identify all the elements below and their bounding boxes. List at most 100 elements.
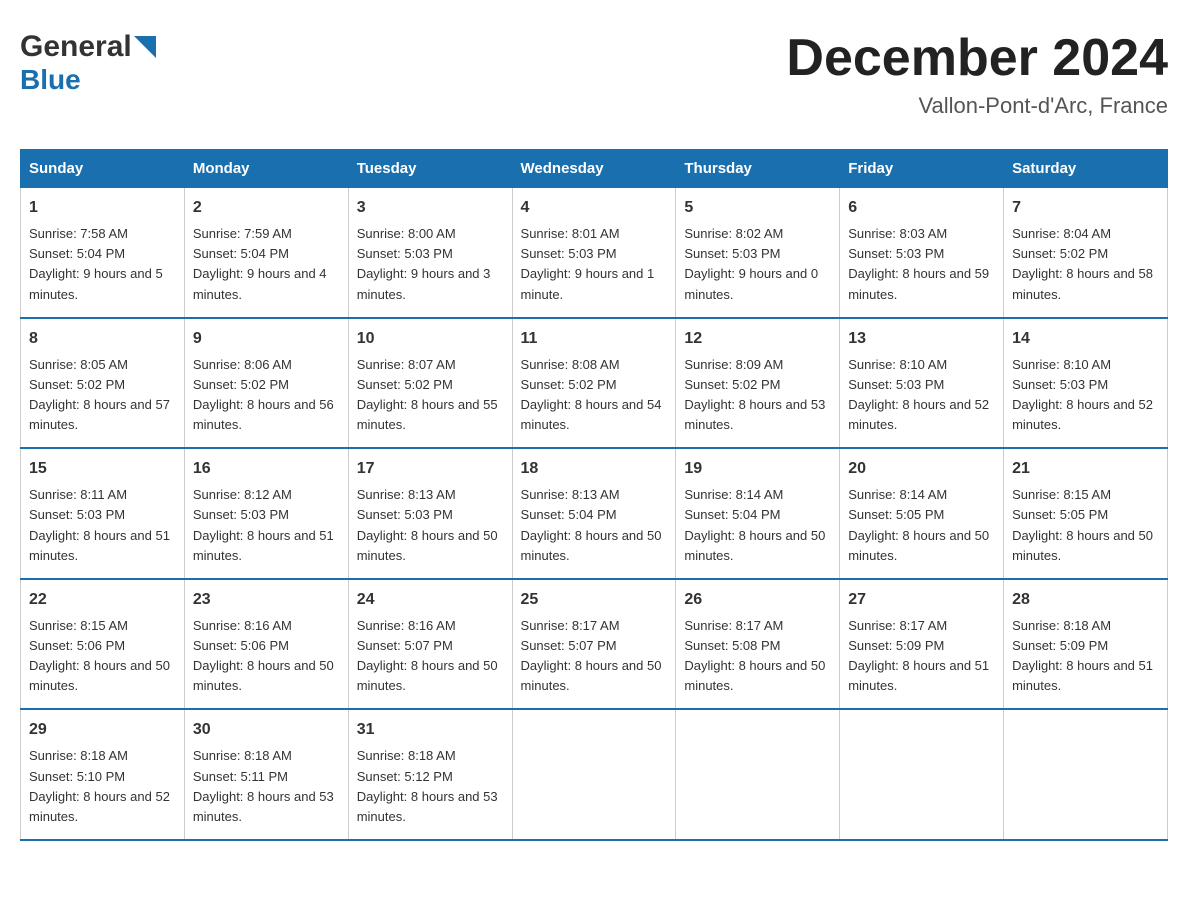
day-number: 20 — [848, 457, 995, 481]
day-info: Sunrise: 8:18 AMSunset: 5:10 PMDaylight:… — [29, 746, 176, 827]
logo-blue-text: Blue — [20, 64, 81, 96]
day-number: 24 — [357, 588, 504, 612]
logo-general-text: General — [20, 30, 132, 64]
day-number: 30 — [193, 718, 340, 742]
day-number: 6 — [848, 196, 995, 220]
day-info: Sunrise: 8:13 AMSunset: 5:03 PMDaylight:… — [357, 485, 504, 566]
day-info: Sunrise: 8:17 AMSunset: 5:09 PMDaylight:… — [848, 616, 995, 697]
day-info: Sunrise: 8:05 AMSunset: 5:02 PMDaylight:… — [29, 355, 176, 436]
calendar-cell: 8 Sunrise: 8:05 AMSunset: 5:02 PMDaylight… — [21, 318, 185, 449]
col-header-wednesday: Wednesday — [512, 150, 676, 188]
calendar-cell: 21 Sunrise: 8:15 AMSunset: 5:05 PMDayligh… — [1004, 448, 1168, 579]
day-info: Sunrise: 8:07 AMSunset: 5:02 PMDaylight:… — [357, 355, 504, 436]
calendar-cell: 7Sunrise: 8:04 AMSunset: 5:02 PMDaylight… — [1004, 188, 1168, 318]
calendar-cell: 3Sunrise: 8:00 AMSunset: 5:03 PMDaylight… — [348, 188, 512, 318]
col-header-tuesday: Tuesday — [348, 150, 512, 188]
day-number: 19 — [684, 457, 831, 481]
day-number: 15 — [29, 457, 176, 481]
day-number: 29 — [29, 718, 176, 742]
calendar-week-row: 1 Sunrise: 7:58 AMSunset: 5:04 PMDaylight… — [21, 188, 1168, 318]
day-number: 14 — [1012, 327, 1159, 351]
day-info: Sunrise: 8:16 AMSunset: 5:07 PMDaylight:… — [357, 616, 504, 697]
day-number: 31 — [357, 718, 504, 742]
day-info: Sunrise: 8:17 AMSunset: 5:08 PMDaylight:… — [684, 616, 831, 697]
calendar-cell: 25Sunrise: 8:17 AMSunset: 5:07 PMDayligh… — [512, 579, 676, 710]
day-info: Sunrise: 8:02 AMSunset: 5:03 PMDaylight:… — [684, 224, 831, 305]
page-header: General Blue December 2024 Vallon-Pont-d… — [20, 20, 1168, 129]
calendar-cell: 9Sunrise: 8:06 AMSunset: 5:02 PMDaylight… — [184, 318, 348, 449]
col-header-saturday: Saturday — [1004, 150, 1168, 188]
day-info: Sunrise: 8:10 AMSunset: 5:03 PMDaylight:… — [1012, 355, 1159, 436]
day-number: 11 — [521, 327, 668, 351]
day-number: 8 — [29, 327, 176, 351]
calendar-cell: 28 Sunrise: 8:18 AMSunset: 5:09 PMDayligh… — [1004, 579, 1168, 710]
calendar-cell: 18 Sunrise: 8:13 AMSunset: 5:04 PMDayligh… — [512, 448, 676, 579]
day-number: 9 — [193, 327, 340, 351]
calendar-cell: 10 Sunrise: 8:07 AMSunset: 5:02 PMDayligh… — [348, 318, 512, 449]
calendar-cell — [512, 709, 676, 840]
day-info: Sunrise: 8:15 AMSunset: 5:06 PMDaylight:… — [29, 616, 176, 697]
calendar-week-row: 22 Sunrise: 8:15 AMSunset: 5:06 PMDayligh… — [21, 579, 1168, 710]
day-info: Sunrise: 8:01 AMSunset: 5:03 PMDaylight:… — [521, 224, 668, 305]
day-number: 12 — [684, 327, 831, 351]
calendar-table: SundayMondayTuesdayWednesdayThursdayFrid… — [20, 149, 1168, 841]
calendar-cell: 17Sunrise: 8:13 AMSunset: 5:03 PMDayligh… — [348, 448, 512, 579]
location-title: Vallon-Pont-d'Arc, France — [786, 93, 1168, 119]
calendar-cell: 29 Sunrise: 8:18 AMSunset: 5:10 PMDayligh… — [21, 709, 185, 840]
calendar-week-row: 29 Sunrise: 8:18 AMSunset: 5:10 PMDayligh… — [21, 709, 1168, 840]
calendar-cell: 23Sunrise: 8:16 AMSunset: 5:06 PMDayligh… — [184, 579, 348, 710]
day-number: 13 — [848, 327, 995, 351]
calendar-header-row: SundayMondayTuesdayWednesdayThursdayFrid… — [21, 150, 1168, 188]
day-number: 18 — [521, 457, 668, 481]
calendar-cell: 4 Sunrise: 8:01 AMSunset: 5:03 PMDaylight… — [512, 188, 676, 318]
day-number: 27 — [848, 588, 995, 612]
calendar-cell — [840, 709, 1004, 840]
day-number: 23 — [193, 588, 340, 612]
day-number: 10 — [357, 327, 504, 351]
day-info: Sunrise: 8:09 AMSunset: 5:02 PMDaylight:… — [684, 355, 831, 436]
day-info: Sunrise: 8:18 AMSunset: 5:09 PMDaylight:… — [1012, 616, 1159, 697]
calendar-cell: 5 Sunrise: 8:02 AMSunset: 5:03 PMDaylight… — [676, 188, 840, 318]
day-info: Sunrise: 7:59 AMSunset: 5:04 PMDaylight:… — [193, 224, 340, 305]
day-info: Sunrise: 8:15 AMSunset: 5:05 PMDaylight:… — [1012, 485, 1159, 566]
day-number: 2 — [193, 196, 340, 220]
calendar-cell: 6 Sunrise: 8:03 AMSunset: 5:03 PMDaylight… — [840, 188, 1004, 318]
calendar-cell: 24 Sunrise: 8:16 AMSunset: 5:07 PMDayligh… — [348, 579, 512, 710]
calendar-cell: 31 Sunrise: 8:18 AMSunset: 5:12 PMDayligh… — [348, 709, 512, 840]
calendar-cell: 11 Sunrise: 8:08 AMSunset: 5:02 PMDayligh… — [512, 318, 676, 449]
day-number: 5 — [684, 196, 831, 220]
calendar-cell: 2 Sunrise: 7:59 AMSunset: 5:04 PMDaylight… — [184, 188, 348, 318]
day-number: 3 — [357, 196, 504, 220]
day-info: Sunrise: 8:03 AMSunset: 5:03 PMDaylight:… — [848, 224, 995, 305]
calendar-week-row: 15 Sunrise: 8:11 AMSunset: 5:03 PMDayligh… — [21, 448, 1168, 579]
day-number: 4 — [521, 196, 668, 220]
day-number: 28 — [1012, 588, 1159, 612]
day-info: Sunrise: 7:58 AMSunset: 5:04 PMDaylight:… — [29, 224, 176, 305]
logo-arrow-icon — [134, 36, 156, 63]
calendar-cell: 20Sunrise: 8:14 AMSunset: 5:05 PMDayligh… — [840, 448, 1004, 579]
calendar-cell: 26Sunrise: 8:17 AMSunset: 5:08 PMDayligh… — [676, 579, 840, 710]
calendar-cell: 30 Sunrise: 8:18 AMSunset: 5:11 PMDayligh… — [184, 709, 348, 840]
col-header-friday: Friday — [840, 150, 1004, 188]
calendar-cell: 14 Sunrise: 8:10 AMSunset: 5:03 PMDayligh… — [1004, 318, 1168, 449]
day-number: 7 — [1012, 196, 1159, 220]
day-info: Sunrise: 8:08 AMSunset: 5:02 PMDaylight:… — [521, 355, 668, 436]
day-info: Sunrise: 8:14 AMSunset: 5:04 PMDaylight:… — [684, 485, 831, 566]
day-info: Sunrise: 8:18 AMSunset: 5:11 PMDaylight:… — [193, 746, 340, 827]
col-header-sunday: Sunday — [21, 150, 185, 188]
day-number: 1 — [29, 196, 176, 220]
day-number: 16 — [193, 457, 340, 481]
calendar-cell — [1004, 709, 1168, 840]
col-header-monday: Monday — [184, 150, 348, 188]
day-number: 22 — [29, 588, 176, 612]
day-info: Sunrise: 8:11 AMSunset: 5:03 PMDaylight:… — [29, 485, 176, 566]
calendar-cell: 22 Sunrise: 8:15 AMSunset: 5:06 PMDayligh… — [21, 579, 185, 710]
day-info: Sunrise: 8:17 AMSunset: 5:07 PMDaylight:… — [521, 616, 668, 697]
month-title: December 2024 — [786, 30, 1168, 87]
day-info: Sunrise: 8:18 AMSunset: 5:12 PMDaylight:… — [357, 746, 504, 827]
calendar-cell: 1 Sunrise: 7:58 AMSunset: 5:04 PMDaylight… — [21, 188, 185, 318]
day-info: Sunrise: 8:12 AMSunset: 5:03 PMDaylight:… — [193, 485, 340, 566]
title-area: December 2024 Vallon-Pont-d'Arc, France — [786, 30, 1168, 119]
day-info: Sunrise: 8:13 AMSunset: 5:04 PMDaylight:… — [521, 485, 668, 566]
day-number: 21 — [1012, 457, 1159, 481]
